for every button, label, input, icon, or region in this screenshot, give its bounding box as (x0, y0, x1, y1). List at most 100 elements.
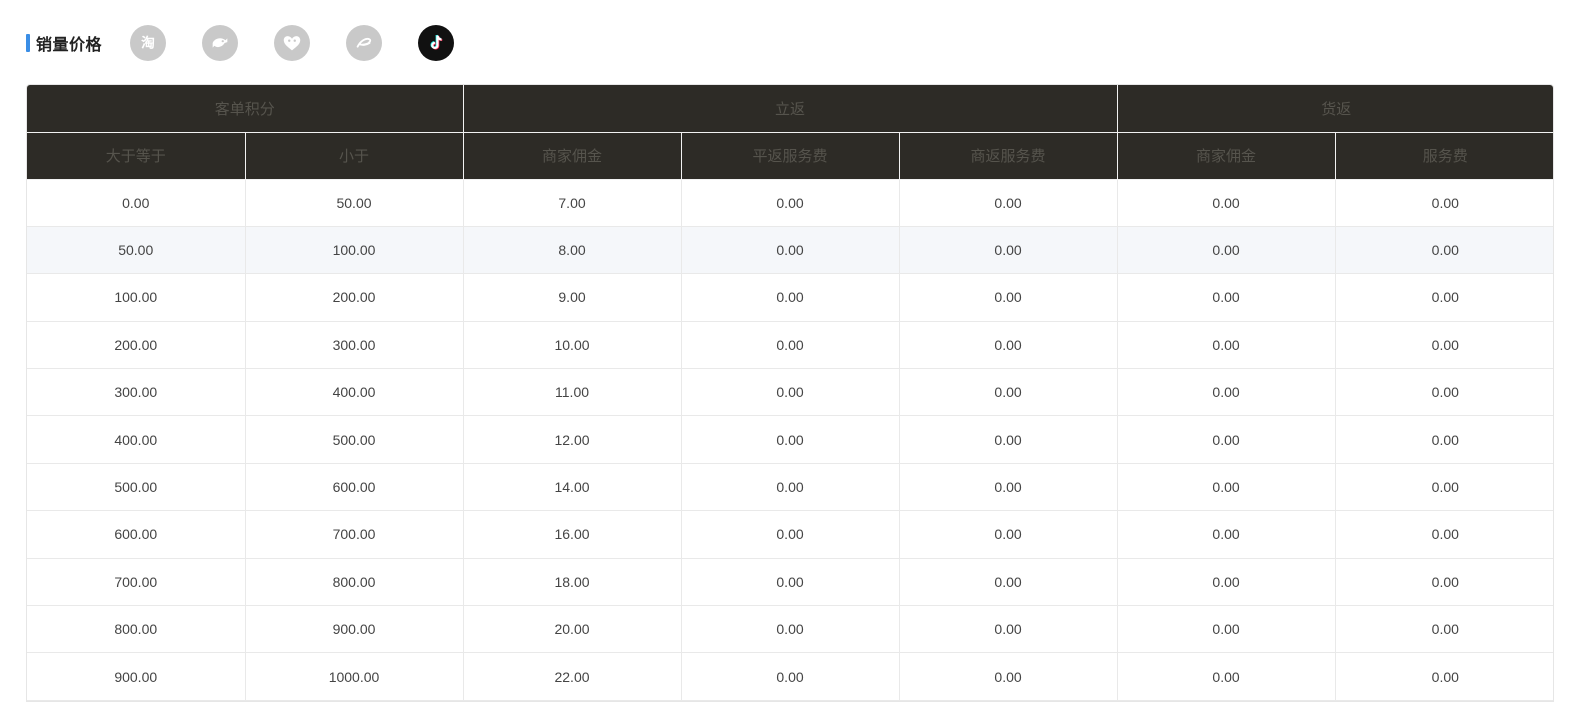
table-cell: 9.00 (462, 273, 682, 322)
table-cell: 0.00 (680, 462, 900, 512)
table-cell: 0.00 (898, 415, 1118, 464)
table-cell: 50.00 (27, 225, 246, 275)
table-row: 700.00 800.00 18.00 0.00 0.00 0.00 0.00 (27, 557, 1553, 607)
table-cell: 14.00 (462, 462, 682, 512)
table-cell: 300.00 (244, 320, 464, 370)
column-header-goods-merchant-commission: 商家佣金 (1116, 131, 1336, 180)
svg-text:淘: 淘 (141, 35, 155, 52)
table-cell: 0.00 (898, 605, 1118, 654)
table-cell: 8.00 (462, 225, 682, 275)
table-cell: 500.00 (244, 415, 464, 464)
table-cell: 0.00 (680, 178, 900, 227)
table-cell: 0.00 (680, 273, 900, 322)
table-cell: 0.00 (1334, 225, 1553, 275)
table-cell: 0.00 (898, 557, 1118, 607)
alibaba-icon[interactable] (346, 25, 383, 61)
douyin-icon[interactable] (418, 25, 455, 61)
table-row: 200.00 300.00 10.00 0.00 0.00 0.00 0.00 (27, 320, 1553, 370)
table-cell: 600.00 (27, 510, 246, 559)
table-row: 900.00 1000.00 22.00 0.00 0.00 0.00 0.00 (27, 652, 1553, 701)
table-cell: 0.00 (1116, 510, 1336, 559)
table-row: 400.00 500.00 12.00 0.00 0.00 0.00 0.00 (27, 415, 1553, 464)
table-row: 0.00 50.00 7.00 0.00 0.00 0.00 0.00 (27, 178, 1553, 227)
table-cell: 0.00 (1116, 557, 1336, 607)
price-table-container: 客单积分 立返 货返 大于等于 小于 商家佣金 平返服务费 商返服务费 商家佣金… (26, 84, 1554, 702)
table-cell: 0.00 (898, 368, 1118, 417)
group-header-goods-rebate: 货返 (1116, 85, 1553, 133)
table-row: 100.00 200.00 9.00 0.00 0.00 0.00 0.00 (27, 273, 1553, 322)
platform-switcher: 淘 (130, 25, 455, 61)
table-row: 600.00 700.00 16.00 0.00 0.00 0.00 0.00 (27, 510, 1553, 559)
table-cell: 900.00 (27, 652, 246, 701)
table-cell: 0.00 (1116, 273, 1336, 322)
table-cell: 900.00 (244, 605, 464, 654)
table-cell: 0.00 (680, 652, 900, 701)
table-cell: 0.00 (1116, 225, 1336, 275)
table-cell: 0.00 (680, 510, 900, 559)
table-cell: 0.00 (1334, 605, 1553, 654)
table-cell: 0.00 (1334, 462, 1553, 512)
title-accent-bar (26, 34, 30, 52)
column-header-merchant-commission: 商家佣金 (462, 131, 682, 180)
pinduoduo-icon[interactable] (274, 25, 311, 61)
table-cell: 0.00 (680, 605, 900, 654)
table-cell: 0.00 (1116, 462, 1336, 512)
table-cell: 0.00 (1116, 605, 1336, 654)
table-cell: 16.00 (462, 510, 682, 559)
price-table: 客单积分 立返 货返 大于等于 小于 商家佣金 平返服务费 商返服务费 商家佣金… (27, 85, 1553, 701)
table-column-header-row: 大于等于 小于 商家佣金 平返服务费 商返服务费 商家佣金 服务费 (27, 131, 1553, 180)
table-row: 800.00 900.00 20.00 0.00 0.00 0.00 0.00 (27, 605, 1553, 654)
table-cell: 400.00 (244, 368, 464, 417)
table-cell: 0.00 (680, 320, 900, 370)
table-cell: 0.00 (680, 557, 900, 607)
taobao-icon[interactable]: 淘 (130, 25, 167, 61)
table-cell: 7.00 (462, 178, 682, 227)
table-cell: 100.00 (27, 273, 246, 322)
column-header-goods-service-fee: 服务费 (1334, 131, 1553, 180)
table-cell: 0.00 (1334, 652, 1553, 701)
table-cell: 20.00 (462, 605, 682, 654)
column-header-merchant-service-fee: 商返服务费 (898, 131, 1118, 180)
table-cell: 0.00 (1334, 320, 1553, 370)
section-header: 销量价格 淘 (26, 24, 455, 62)
table-cell: 800.00 (244, 557, 464, 607)
table-cell: 600.00 (244, 462, 464, 512)
table-cell: 0.00 (1334, 273, 1553, 322)
column-header-flat-service-fee: 平返服务费 (680, 131, 900, 180)
table-cell: 700.00 (27, 557, 246, 607)
table-group-header-row: 客单积分 立返 货返 (27, 85, 1553, 133)
table-cell: 11.00 (462, 368, 682, 417)
table-cell: 0.00 (1334, 178, 1553, 227)
table-cell: 0.00 (1334, 557, 1553, 607)
table-cell: 400.00 (27, 415, 246, 464)
table-cell: 800.00 (27, 605, 246, 654)
table-cell: 0.00 (27, 178, 246, 227)
table-cell: 0.00 (898, 273, 1118, 322)
table-cell: 0.00 (680, 368, 900, 417)
tmall-icon[interactable] (202, 25, 239, 61)
table-cell: 0.00 (1116, 320, 1336, 370)
table-cell: 300.00 (27, 368, 246, 417)
table-cell: 1000.00 (244, 652, 464, 701)
table-cell: 22.00 (462, 652, 682, 701)
group-header-instant-rebate: 立返 (462, 85, 1118, 133)
table-cell: 0.00 (680, 225, 900, 275)
table-row: 50.00 100.00 8.00 0.00 0.00 0.00 0.00 (27, 225, 1553, 275)
table-cell: 0.00 (898, 178, 1118, 227)
table-cell: 0.00 (1116, 652, 1336, 701)
table-cell: 18.00 (462, 557, 682, 607)
column-header-max: 小于 (244, 131, 464, 180)
table-cell: 0.00 (898, 462, 1118, 512)
section-title: 销量价格 (36, 35, 103, 54)
table-cell: 0.00 (1334, 415, 1553, 464)
table-cell: 0.00 (898, 320, 1118, 370)
table-cell: 700.00 (244, 510, 464, 559)
table-cell: 100.00 (244, 225, 464, 275)
table-cell: 0.00 (1116, 368, 1336, 417)
table-cell: 0.00 (898, 510, 1118, 559)
table-cell: 200.00 (244, 273, 464, 322)
table-cell: 12.00 (462, 415, 682, 464)
table-cell: 200.00 (27, 320, 246, 370)
table-cell: 500.00 (27, 462, 246, 512)
table-row: 500.00 600.00 14.00 0.00 0.00 0.00 0.00 (27, 462, 1553, 512)
